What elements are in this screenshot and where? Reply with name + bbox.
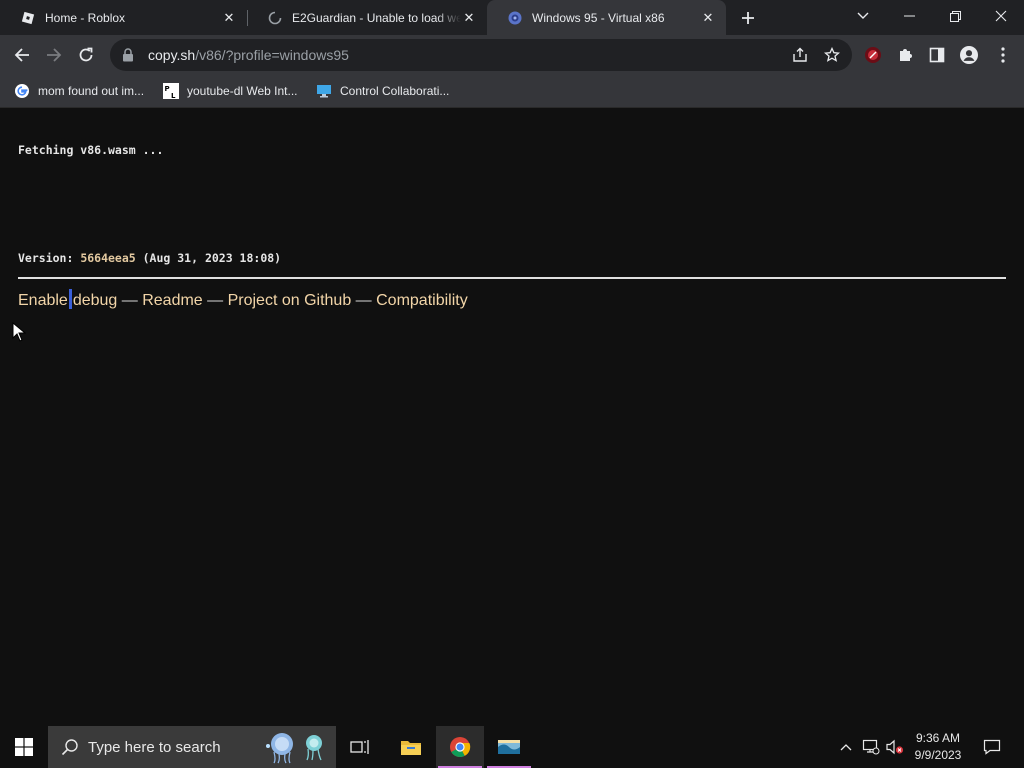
url-path: /v86/?profile=windows95 (195, 47, 349, 63)
arrow-left-icon (14, 48, 29, 62)
minimize-icon (903, 15, 915, 17)
tab-strip: Home - Roblox ✕ E2Guardian - Unable to l… (0, 0, 1024, 35)
loading-spinner-icon (267, 10, 283, 26)
close-tab-icon[interactable]: ✕ (221, 10, 237, 26)
address-bar[interactable]: copy.sh/v86/?profile=windows95 (110, 39, 852, 71)
browser-toolbar: copy.sh/v86/?profile=windows95 (0, 35, 1024, 75)
close-tab-icon[interactable]: ✕ (461, 10, 477, 26)
tab-title: E2Guardian - Unable to load web (292, 10, 461, 25)
forward-button[interactable] (40, 41, 68, 69)
bookmark-item[interactable]: mom found out im... (14, 82, 144, 100)
minimize-button[interactable] (886, 0, 932, 32)
star-icon[interactable] (824, 47, 840, 63)
network-status-button[interactable] (860, 726, 882, 768)
monitor-icon (316, 83, 332, 99)
compatibility-link[interactable]: Compatibility (376, 292, 468, 309)
divider (18, 277, 1006, 279)
menu-dots-icon[interactable] (994, 46, 1012, 64)
task-view-button[interactable] (336, 726, 384, 768)
close-tab-icon[interactable]: ✕ (700, 10, 716, 26)
close-window-button[interactable] (978, 0, 1024, 32)
mouse-cursor-icon (12, 322, 26, 342)
bookmark-label: mom found out im... (38, 84, 145, 98)
svg-text:L: L (171, 92, 176, 99)
link-separator: — (202, 292, 228, 309)
bookmark-item[interactable]: PL youtube-dl Web Int... (163, 82, 298, 100)
app-taskbar-button[interactable] (485, 726, 533, 768)
volume-muted-icon (886, 739, 904, 755)
puzzle-icon[interactable] (896, 46, 914, 64)
search-icon (60, 737, 80, 757)
tab-search-button[interactable] (840, 0, 886, 32)
volume-button[interactable] (884, 726, 906, 768)
bookmarks-bar: mom found out im... PL youtube-dl Web In… (0, 75, 1024, 108)
chrome-taskbar-button[interactable] (436, 726, 484, 768)
bookmark-label: youtube-dl Web Int... (187, 84, 298, 98)
yt-dl-icon: PL (163, 83, 179, 99)
tab-title: Windows 95 - Virtual x86 (532, 10, 665, 25)
google-icon (14, 83, 30, 99)
bookmark-label: Control Collaborati... (340, 84, 450, 98)
tab-title: Home - Roblox (45, 10, 126, 25)
arrow-right-icon (47, 48, 62, 62)
app-window-icon (498, 740, 520, 754)
task-view-icon (350, 740, 369, 754)
show-hidden-icons-button[interactable] (836, 726, 856, 768)
jellyfish-highlight-icon (266, 733, 322, 764)
close-icon (995, 10, 1007, 22)
tab-e2guardian[interactable]: E2Guardian - Unable to load web ✕ (247, 0, 487, 35)
reload-button[interactable] (72, 41, 100, 69)
restore-icon (949, 10, 961, 22)
folder-icon (401, 741, 421, 755)
enable-text: Enable (18, 292, 68, 309)
bookmark-item[interactable]: Control Collaborati... (316, 82, 449, 100)
profile-icon[interactable] (960, 46, 978, 64)
back-button[interactable] (8, 41, 36, 69)
network-icon (862, 739, 880, 755)
taskbar: Type here to search 9:36 AM 9/9/2023 (0, 726, 1024, 768)
clock[interactable]: 9:36 AM 9/9/2023 (906, 730, 970, 764)
chevron-up-icon (840, 744, 852, 751)
side-panel-icon[interactable] (928, 46, 946, 64)
v86-icon (507, 10, 523, 26)
taskbar-search-box[interactable]: Type here to search (48, 726, 336, 768)
debug-text: debug (72, 292, 118, 309)
extension-red-icon[interactable] (864, 46, 882, 64)
link-separator: — (351, 292, 377, 309)
version-label: Version: (18, 251, 81, 265)
clock-time: 9:36 AM (915, 731, 961, 745)
file-explorer-button[interactable] (387, 726, 435, 768)
version-hash-link[interactable]: 5664eea5 (80, 251, 135, 265)
link-separator: — (117, 292, 143, 309)
lock-icon[interactable] (122, 48, 136, 62)
footer-links: Enable debug — Readme — Project on Github… (18, 289, 468, 310)
roblox-icon (20, 10, 36, 26)
log-line: Fetching v86.wasm ... (18, 143, 164, 157)
restore-button[interactable] (932, 0, 978, 32)
readme-link[interactable]: Readme (142, 292, 202, 309)
windows-logo-icon (15, 738, 33, 756)
text-caret (68, 289, 72, 309)
reload-icon (79, 47, 93, 62)
new-tab-button[interactable] (736, 6, 760, 30)
notification-icon (983, 739, 1001, 755)
url-host: copy.sh (148, 47, 196, 63)
tab-roblox[interactable]: Home - Roblox ✕ (0, 0, 247, 35)
version-line: Version: 5664eea5 (Aug 31, 2023 18:08) (18, 251, 281, 265)
notifications-button[interactable] (980, 726, 1004, 768)
search-placeholder: Type here to search (88, 738, 221, 756)
clock-date: 9/9/2023 (914, 748, 962, 762)
start-button[interactable] (0, 726, 48, 768)
version-date: (Aug 31, 2023 18:08) (135, 251, 282, 265)
chevron-down-icon (857, 12, 869, 19)
page-content: Fetching v86.wasm ... Version: 5664eea5 … (0, 109, 1024, 726)
github-link[interactable]: Project on Github (228, 292, 352, 309)
svg-text:P: P (165, 85, 170, 93)
enable-debug-link[interactable]: Enable debug (18, 289, 118, 309)
tab-windows95[interactable]: Windows 95 - Virtual x86 ✕ (487, 0, 726, 35)
share-icon[interactable] (792, 47, 808, 63)
plus-icon (742, 12, 754, 24)
chrome-icon (450, 737, 471, 758)
